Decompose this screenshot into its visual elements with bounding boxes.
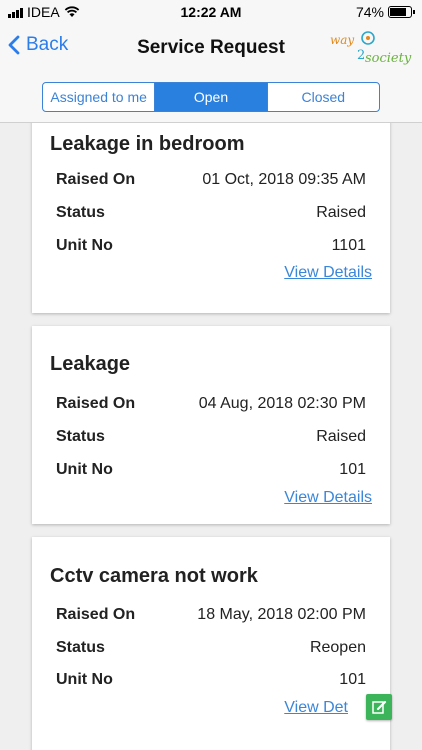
raised-on-label: Raised On	[56, 395, 136, 412]
raised-on-label: Raised On	[56, 606, 136, 623]
raised-on-value: 18 May, 2018 02:00 PM	[197, 606, 366, 623]
status-segmented-control: Assigned to me Open Closed	[42, 82, 380, 112]
status-label: Status	[56, 428, 105, 445]
raised-on-label: Raised On	[56, 171, 136, 188]
unit-value: 101	[339, 671, 366, 688]
tab-closed[interactable]: Closed	[268, 83, 379, 111]
view-details-link[interactable]: View Det	[284, 699, 348, 717]
tab-open[interactable]: Open	[155, 83, 268, 111]
status-value: Raised	[316, 204, 366, 221]
request-title: Leakage in bedroom	[50, 133, 245, 155]
raised-on-row: Raised On 01 Oct, 2018 09:35 AM	[56, 171, 366, 193]
battery-info: 74%	[355, 4, 415, 20]
svg-text:society: society	[365, 51, 412, 66]
filter-bar: Assigned to me Open Closed	[0, 74, 422, 123]
svg-text:way: way	[330, 33, 354, 47]
status-bar: IDEA 12:22 AM 74%	[0, 0, 422, 24]
tab-assigned-to-me[interactable]: Assigned to me	[43, 83, 156, 111]
unit-row: Unit No 101	[56, 461, 366, 483]
raised-on-value: 04 Aug, 2018 02:30 PM	[198, 395, 366, 412]
way2society-logo: way 2 society	[330, 31, 412, 66]
unit-label: Unit No	[56, 237, 113, 254]
view-details-link[interactable]: View Details	[284, 489, 372, 507]
battery-icon	[388, 6, 415, 18]
request-title: Leakage	[50, 353, 131, 375]
status-row: Status Raised	[56, 428, 366, 450]
compose-button[interactable]	[366, 694, 392, 720]
raised-on-value: 01 Oct, 2018 09:35 AM	[202, 171, 366, 188]
view-details-link[interactable]: View Details	[284, 264, 372, 282]
request-card: Cctv camera not work Raised On 18 May, 2…	[32, 537, 390, 750]
status-row: Status Reopen	[56, 639, 366, 661]
status-value: Raised	[316, 428, 366, 445]
status-label: Status	[56, 204, 105, 221]
edit-icon	[372, 700, 387, 714]
unit-row: Unit No 1101	[56, 237, 366, 259]
request-list[interactable]: Leakage in bedroom Raised On 01 Oct, 201…	[0, 123, 422, 750]
raised-on-row: Raised On 18 May, 2018 02:00 PM	[56, 606, 366, 628]
unit-label: Unit No	[56, 461, 113, 478]
status-value: Reopen	[309, 639, 366, 656]
unit-value: 101	[339, 461, 366, 478]
raised-on-row: Raised On 04 Aug, 2018 02:30 PM	[56, 395, 366, 417]
request-card: Leakage Raised On 04 Aug, 2018 02:30 PM …	[32, 326, 390, 524]
unit-label: Unit No	[56, 671, 113, 688]
navigation-bar: Back Service Request way 2 society	[0, 24, 422, 74]
battery-percent: 74%	[355, 4, 384, 20]
request-card: Leakage in bedroom Raised On 01 Oct, 201…	[32, 123, 390, 313]
unit-row: Unit No 101	[56, 671, 366, 693]
request-title: Cctv camera not work	[50, 565, 258, 587]
unit-value: 1101	[331, 237, 366, 254]
status-row: Status Raised	[56, 204, 366, 226]
status-label: Status	[56, 639, 105, 656]
